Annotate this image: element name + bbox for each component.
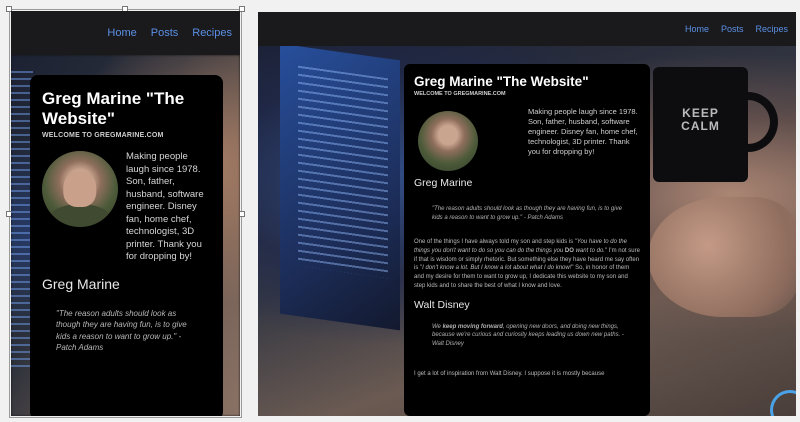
site-subtitle: WELCOME TO GREGMARINE.COM — [42, 132, 164, 139]
site-title: Greg Marine "The Website" — [414, 74, 589, 89]
avatar — [418, 111, 478, 171]
quote-walt-disney: We keep moving forward, opening new door… — [432, 323, 628, 349]
hand — [648, 197, 796, 317]
bio-text: Making people laugh since 1978. Son, fat… — [528, 107, 638, 156]
intro-emphasis-2: want to do. — [573, 247, 605, 254]
mobile-preview: Home Posts Recipes Greg Marine "The Webs… — [11, 11, 240, 416]
top-nav: Home Posts Recipes — [258, 12, 796, 46]
nav-posts-link[interactable]: Posts — [151, 27, 179, 39]
disney-paragraph: I get a lot of inspiration from Walt Dis… — [414, 371, 605, 378]
avatar-shirt — [49, 204, 111, 227]
intro-emphasis-3: I don't know a lot. But I know a lot abo… — [422, 265, 572, 272]
section-heading-walt-disney: Walt Disney — [414, 298, 470, 311]
quote2-text-1: We — [432, 323, 443, 330]
content-card: Greg Marine "The Website" WELCOME TO GRE… — [404, 64, 650, 416]
intro-text-1: One of the things I have always told my … — [414, 239, 577, 245]
nav-home-link[interactable]: Home — [107, 27, 136, 39]
avatar-face — [63, 170, 97, 208]
site-subtitle: WELCOME TO GREGMARINE.COM — [414, 91, 506, 97]
mug-text: KEEP CALM — [681, 106, 720, 133]
site-title: Greg Marine "The Website" — [42, 89, 185, 128]
intro-bold: DO — [564, 247, 574, 254]
quote-patch-adams: "The reason adults should look as though… — [56, 308, 187, 353]
intro-paragraph: One of the things I have always told my … — [414, 238, 640, 291]
author-name: Greg Marine — [42, 275, 120, 292]
content-card: Greg Marine "The Website" WELCOME TO GRE… — [30, 75, 223, 416]
nav-home-link[interactable]: Home — [685, 24, 709, 34]
bio-text: Making people laugh since 1978. Son, fat… — [126, 151, 204, 262]
code-screen-detail — [298, 65, 388, 279]
canvas: Home Posts Recipes Greg Marine "The Webs… — [0, 0, 800, 422]
nav-recipes-link[interactable]: Recipes — [755, 24, 788, 34]
author-name: Greg Marine — [414, 177, 473, 189]
nav-posts-link[interactable]: Posts — [721, 24, 744, 34]
quote2-bold: keep moving forward — [442, 323, 503, 330]
quote-patch-adams: "The reason adults should look as though… — [432, 206, 622, 221]
avatar — [42, 151, 118, 227]
top-nav: Home Posts Recipes — [11, 11, 240, 55]
nav-recipes-link[interactable]: Recipes — [192, 27, 232, 39]
desktop-preview: KEEP CALM Home Posts Recipes Greg Marine… — [258, 12, 796, 416]
